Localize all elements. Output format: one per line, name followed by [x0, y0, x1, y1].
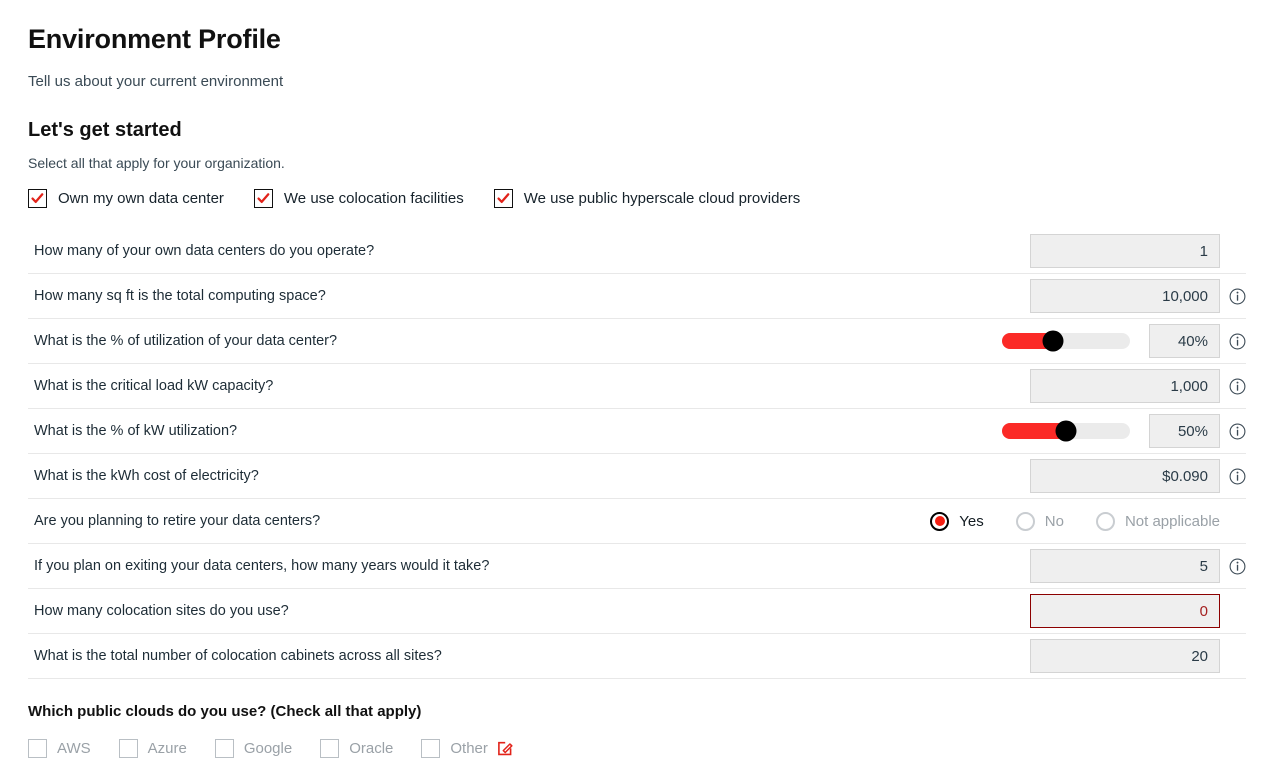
cloud-checkbox-label: Oracle: [349, 740, 394, 757]
environment-checkbox-label: We use public hyperscale cloud providers: [523, 190, 801, 207]
question-label: Are you planning to retire your data cen…: [34, 513, 321, 529]
environment-checkbox-label: Own my own data center: [58, 190, 224, 207]
question-label: What is the total number of colocation c…: [34, 648, 442, 664]
question-row: What is the total number of colocation c…: [28, 634, 1246, 679]
question-control: [1030, 639, 1246, 673]
info-icon[interactable]: [1229, 288, 1246, 305]
question-row: How many colocation sites do you use?: [28, 589, 1246, 634]
checkbox-empty-icon[interactable]: [320, 739, 340, 758]
cloud-section-title: Which public clouds do you use? (Check a…: [28, 703, 422, 720]
question-control: [1030, 369, 1246, 403]
info-icon[interactable]: [1229, 423, 1246, 440]
answer-input[interactable]: [1030, 279, 1220, 313]
question-label: How many colocation sites do you use?: [34, 603, 289, 619]
checkmark-icon[interactable]: [253, 189, 273, 208]
question-label: What is the % of kW utilization?: [34, 423, 238, 439]
question-row: If you plan on exiting your data centers…: [28, 544, 1246, 589]
radio-option-no[interactable]: No: [1015, 511, 1064, 531]
environment-checkbox-0[interactable]: Own my own data center: [28, 189, 224, 208]
question-label: If you plan on exiting your data centers…: [34, 558, 490, 574]
answer-input[interactable]: [1030, 639, 1220, 673]
answer-input[interactable]: [1030, 369, 1220, 403]
answer-input[interactable]: [1030, 234, 1220, 268]
answer-input[interactable]: [1030, 594, 1220, 628]
question-row: What is the % of kW utilization?: [28, 409, 1246, 454]
question-label: What is the kWh cost of electricity?: [34, 468, 259, 484]
section-subtitle: Select all that apply for your organizat…: [28, 155, 285, 171]
cloud-checkbox-label: Google: [243, 740, 293, 757]
question-control: [1030, 279, 1246, 313]
cloud-checkbox-other[interactable]: Other: [421, 739, 514, 758]
section-title: Let's get started: [28, 119, 182, 141]
slider-value-input[interactable]: [1149, 324, 1220, 358]
info-icon[interactable]: [1229, 558, 1246, 575]
answer-input[interactable]: [1030, 549, 1220, 583]
question-label: What is the % of utilization of your dat…: [34, 333, 338, 349]
cloud-checkbox-label: AWS: [57, 740, 91, 757]
radio-option-yes[interactable]: Yes: [930, 511, 984, 531]
question-label: What is the critical load kW capacity?: [34, 378, 274, 394]
info-icon[interactable]: [1229, 468, 1246, 485]
cloud-checkbox-label: Azure: [147, 740, 187, 757]
slider-handle[interactable]: [1055, 420, 1077, 442]
public-cloud-checkbox-group: AWS Azure Google Oracle Other: [28, 722, 1246, 758]
environment-checkbox-1[interactable]: We use colocation facilities: [253, 189, 464, 208]
page-title: Environment Profile: [28, 24, 281, 54]
question-control: [1002, 414, 1246, 448]
cloud-checkbox-google[interactable]: Google: [214, 739, 293, 758]
question-control: [1030, 549, 1246, 583]
radio-empty-icon[interactable]: [1015, 511, 1035, 531]
question-row: What is the critical load kW capacity?: [28, 364, 1246, 409]
cloud-checkbox-aws[interactable]: AWS: [28, 739, 91, 758]
environment-checkbox-2[interactable]: We use public hyperscale cloud providers: [493, 189, 801, 208]
retire-datacenter-radio-group: Yes No Not applicable: [930, 511, 1220, 531]
radio-option-label: Not applicable: [1124, 512, 1220, 530]
question-row: How many of your own data centers do you…: [28, 229, 1246, 274]
question-row: What is the kWh cost of electricity?: [28, 454, 1246, 499]
checkmark-icon[interactable]: [28, 189, 47, 208]
question-control: [1030, 234, 1246, 268]
cloud-checkbox-label: Other: [450, 740, 488, 757]
info-icon[interactable]: [1229, 378, 1246, 395]
utilization-slider[interactable]: [1002, 330, 1130, 352]
answer-input[interactable]: [1030, 459, 1220, 493]
environment-profile-page: Environment Profile Tell us about your c…: [0, 0, 1274, 758]
checkbox-empty-icon[interactable]: [28, 739, 47, 758]
edit-pencil-icon[interactable]: [497, 740, 514, 757]
question-row: What is the % of utilization of your dat…: [28, 319, 1246, 364]
question-control: [1030, 594, 1246, 628]
environment-checkbox-label: We use colocation facilities: [283, 190, 464, 207]
utilization-slider[interactable]: [1002, 420, 1130, 442]
slider-value-input[interactable]: [1149, 414, 1220, 448]
checkbox-empty-icon[interactable]: [214, 739, 234, 758]
question-row: Are you planning to retire your data cen…: [28, 499, 1246, 544]
checkbox-empty-icon[interactable]: [421, 739, 441, 758]
checkmark-icon[interactable]: [493, 189, 513, 208]
cloud-checkbox-azure[interactable]: Azure: [118, 739, 187, 758]
info-icon[interactable]: [1229, 333, 1246, 350]
question-row: How many sq ft is the total computing sp…: [28, 274, 1246, 319]
question-control: [1030, 459, 1246, 493]
page-subtitle: Tell us about your current environment: [28, 73, 284, 90]
question-label: How many sq ft is the total computing sp…: [34, 288, 326, 304]
radio-empty-icon[interactable]: [1095, 511, 1115, 531]
question-control: [1002, 324, 1246, 358]
question-label: How many of your own data centers do you…: [34, 243, 375, 259]
questions-list: How many of your own data centers do you…: [28, 228, 1246, 679]
environment-type-checkbox-group: Own my own data center We use colocation …: [28, 172, 1246, 208]
radio-option-label: Yes: [959, 512, 984, 530]
checkbox-empty-icon[interactable]: [118, 739, 138, 758]
cloud-checkbox-oracle[interactable]: Oracle: [320, 739, 393, 758]
slider-handle[interactable]: [1042, 330, 1064, 352]
radio-selected-icon[interactable]: [930, 511, 950, 531]
question-control: Yes No Not applicable: [930, 511, 1246, 531]
radio-option-not-applicable[interactable]: Not applicable: [1095, 511, 1220, 531]
radio-option-label: No: [1044, 512, 1064, 530]
